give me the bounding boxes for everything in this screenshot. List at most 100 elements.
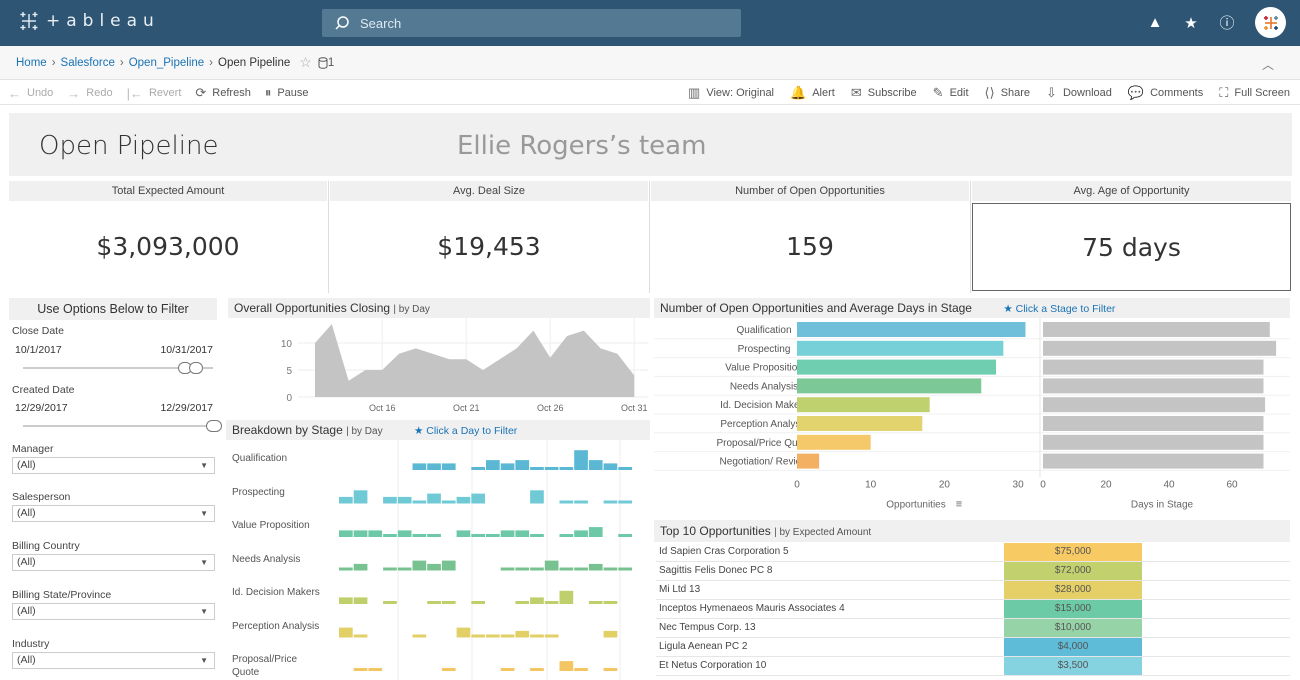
share-button[interactable]: ⟨⟩ Share xyxy=(985,85,1031,101)
stage-day-bar xyxy=(500,530,515,537)
table-row[interactable]: Sagittis Felis Donec PC 8 $72,000 xyxy=(656,562,1290,581)
view-label: View: Original xyxy=(706,87,775,99)
stage-day-bar xyxy=(339,627,353,638)
stages-header: Number of Open Opportunities and Average… xyxy=(654,298,1290,318)
download-button[interactable]: ⇩ Download xyxy=(1046,85,1112,101)
stage-day-bar xyxy=(383,496,397,504)
page-title: Open Pipeline xyxy=(39,131,219,161)
collapse-chevron-icon[interactable]: ︿ xyxy=(1262,56,1274,73)
days-in-stage-bar xyxy=(1043,453,1264,469)
edit-button[interactable]: ✎ Edit xyxy=(933,85,969,101)
undo-arrow-icon: ← xyxy=(8,85,21,101)
search-input[interactable]: Search xyxy=(322,9,741,37)
breakdown-chart[interactable] xyxy=(328,440,650,680)
pause-button[interactable]: ⏸ Pause xyxy=(265,85,309,101)
closing-area xyxy=(315,324,635,397)
created-date-from[interactable]: 12/29/2017 xyxy=(15,402,68,414)
stage-day-bar xyxy=(530,668,544,671)
opportunities-bar xyxy=(797,378,982,394)
filter-panel: Use Options Below to Filter Close Date 1… xyxy=(9,298,222,680)
click-day-hint: ★ Click a Day to Filter xyxy=(413,425,518,437)
table-row[interactable]: Id Sapien Cras Corporation 5 $75,000 xyxy=(656,543,1290,562)
days-in-stage-bar xyxy=(1043,397,1266,413)
stage-day-bar xyxy=(441,463,456,470)
industry-select[interactable]: (All) ▼ xyxy=(12,652,215,669)
breakdown-title: Breakdown by Stage xyxy=(232,423,343,437)
close-date-slider[interactable] xyxy=(23,362,213,374)
table-row[interactable]: Ligula Aenean PC 2 $4,000 xyxy=(656,638,1290,657)
stage-day-bar xyxy=(441,601,456,604)
stage-label: Proposal/Price Quote xyxy=(232,654,298,678)
opportunity-amount: $3,500 xyxy=(1004,657,1142,675)
industry-label: Industry xyxy=(12,638,50,650)
stage-day-bar xyxy=(603,463,618,470)
stage-category-label: Qualification xyxy=(736,325,791,336)
stage-day-bar xyxy=(618,467,632,470)
table-row[interactable]: Nec Tempus Corp. 13 $10,000 xyxy=(656,619,1290,638)
table-row[interactable]: Et Netus Corporation 10 $3,500 xyxy=(656,657,1290,676)
billing-state-select[interactable]: (All) ▼ xyxy=(12,603,215,620)
closing-area-chart[interactable]: 0 5 10 Oct 16 Oct 21 Oct 26 Oct 31 xyxy=(228,318,652,418)
data-source-button[interactable]: 1 xyxy=(318,57,334,69)
favorite-star-icon[interactable]: ☆ xyxy=(299,54,312,71)
redo-button[interactable]: → Redo xyxy=(67,85,112,101)
kpi-avg-deal-size[interactable]: Avg. Deal Size $19,453 xyxy=(330,181,648,293)
industry-value: (All) xyxy=(17,654,36,666)
user-avatar[interactable] xyxy=(1255,7,1286,38)
stage-label: Perception Analysis xyxy=(232,620,320,632)
stage-day-bar xyxy=(412,534,427,537)
created-date-to[interactable]: 12/29/2017 xyxy=(160,402,213,414)
close-date-label: Close Date xyxy=(12,325,64,337)
stage-day-bar xyxy=(397,567,412,571)
table-row[interactable]: Inceptos Hymenaeos Mauris Associates 4 $1… xyxy=(656,600,1290,619)
breadcrumb-salesforce[interactable]: Salesforce xyxy=(61,57,115,69)
breadcrumb: Home › Salesforce › Open_Pipeline › Open… xyxy=(0,46,1300,80)
alert-icon[interactable]: ▲ xyxy=(1147,14,1163,31)
stage-bar-chart[interactable]: Qualification Prospecting Value Propositio… xyxy=(654,318,1290,516)
stage-day-bar xyxy=(544,560,559,571)
stage-day-bar xyxy=(486,634,500,638)
salesperson-select[interactable]: (All) ▼ xyxy=(12,505,215,522)
favorite-star-icon[interactable]: ★ xyxy=(1183,14,1199,32)
close-date-to[interactable]: 10/31/2017 xyxy=(160,344,213,356)
manager-select[interactable]: (All) ▼ xyxy=(12,457,215,474)
logo-text: +ableau xyxy=(46,11,160,31)
stage-day-bar xyxy=(456,627,471,638)
stage-day-bar xyxy=(530,534,544,537)
pause-label: Pause xyxy=(277,87,309,99)
comments-button[interactable]: 💬 Comments xyxy=(1128,85,1203,101)
close-date-from[interactable]: 10/1/2017 xyxy=(15,344,62,356)
revert-button[interactable]: |← Revert xyxy=(127,85,182,101)
info-icon[interactable]: ⓘ xyxy=(1219,12,1235,33)
undo-button[interactable]: ← Undo xyxy=(8,85,53,101)
refresh-button[interactable]: ⟳ Refresh xyxy=(195,85,250,101)
view-original-button[interactable]: ▥ View: Original xyxy=(688,85,774,101)
close-date-end-handle[interactable] xyxy=(189,362,203,374)
breadcrumb-separator: › xyxy=(119,56,124,69)
tableau-logo[interactable]: +ableau xyxy=(18,10,160,32)
stage-category-label: Prospecting xyxy=(738,344,791,355)
kpi-total-expected-amount[interactable]: Total Expected Amount $3,093,000 xyxy=(9,181,327,293)
full-screen-button[interactable]: ⛶ Full Screen xyxy=(1219,85,1290,101)
created-date-slider[interactable] xyxy=(23,420,222,432)
redo-arrow-icon: → xyxy=(67,85,81,101)
sort-icon: ≡ xyxy=(956,498,962,510)
alert-button[interactable]: 🔔 Alert xyxy=(790,85,835,101)
kpi-open-opportunities[interactable]: Number of Open Opportunities 159 xyxy=(651,181,969,293)
opportunities-bar xyxy=(797,416,923,431)
breadcrumb-workbook[interactable]: Open_Pipeline xyxy=(129,57,204,69)
opportunities-bar xyxy=(797,397,930,413)
x-tick-label: 40 xyxy=(1163,479,1175,490)
table-row[interactable]: Mi Ltd 13 $28,000 xyxy=(656,581,1290,600)
dropdown-caret-icon: ▼ xyxy=(200,656,208,665)
kpi-avg-age[interactable]: Avg. Age of Opportunity 75 days xyxy=(972,181,1291,293)
breadcrumb-home[interactable]: Home xyxy=(16,57,47,69)
created-date-handle[interactable] xyxy=(206,420,222,432)
opportunity-amount: $15,000 xyxy=(1004,600,1142,618)
dropdown-caret-icon: ▼ xyxy=(200,558,208,567)
subscribe-button[interactable]: ✉ Subscribe xyxy=(851,85,917,101)
billing-country-select[interactable]: (All) ▼ xyxy=(12,554,215,571)
view-chart-icon: ▥ xyxy=(688,85,701,100)
stage-day-bar xyxy=(530,467,544,470)
breadcrumb-current: Open Pipeline xyxy=(218,56,291,69)
